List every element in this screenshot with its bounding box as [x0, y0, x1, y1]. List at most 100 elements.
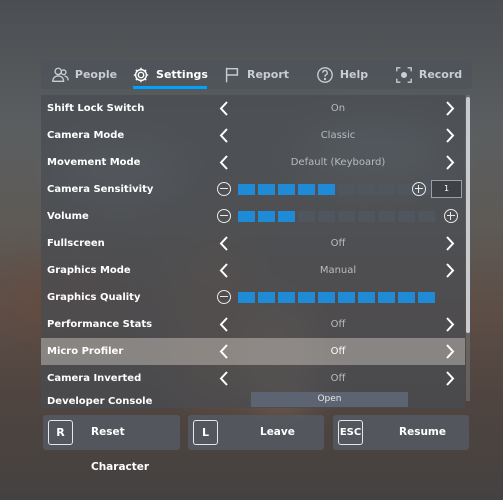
slider-segment[interactable] [278, 211, 295, 222]
graphics-quality-slider[interactable] [238, 292, 435, 303]
setting-label: Developer Console [47, 396, 153, 407]
leave-button[interactable]: L Leave [188, 415, 324, 450]
chevron-left-icon[interactable] [218, 262, 230, 279]
chevron-left-icon[interactable] [218, 370, 230, 387]
slider-segment[interactable] [378, 211, 395, 222]
scrollbar-thumb[interactable] [466, 97, 470, 333]
setting-row-fullscreen: Fullscreen Off [41, 230, 465, 257]
slider-segment[interactable] [258, 292, 275, 303]
slider-segment[interactable] [298, 292, 315, 303]
slider-segment[interactable] [318, 211, 335, 222]
slider-segment[interactable] [238, 292, 255, 303]
slider-segment[interactable] [298, 184, 315, 195]
resume-button[interactable]: ESC Resume [333, 415, 469, 450]
setting-row-micro-profiler[interactable]: Micro Profiler Off [41, 338, 465, 365]
setting-label: Graphics Mode [47, 265, 131, 276]
camera-sensitivity-slider[interactable] [238, 184, 435, 195]
plus-icon[interactable] [412, 182, 426, 196]
setting-value: Default (Keyboard) [290, 157, 386, 168]
slider-segment[interactable] [238, 184, 255, 195]
record-icon [395, 66, 412, 83]
setting-row-graphics-quality: Graphics Quality [41, 284, 465, 311]
slider-segment[interactable] [338, 211, 355, 222]
chevron-right-icon[interactable] [444, 370, 456, 387]
setting-row-movement-mode: Movement Mode Default (Keyboard) [41, 149, 465, 176]
slider-segment[interactable] [378, 184, 395, 195]
tab-record-label: Record [418, 68, 463, 81]
plus-icon[interactable] [444, 209, 458, 223]
chevron-right-icon[interactable] [444, 127, 456, 144]
menu-tab-bar: People Settings Report Help Record [41, 60, 472, 89]
setting-label: Fullscreen [47, 238, 105, 249]
setting-label: Camera Mode [47, 130, 125, 141]
slider-segment[interactable] [258, 184, 275, 195]
camera-sensitivity-input[interactable]: 1 [431, 180, 462, 198]
chevron-right-icon[interactable] [444, 235, 456, 252]
minus-icon[interactable] [217, 209, 231, 223]
action-bar: R Reset Character L Leave ESC Resume [0, 415, 503, 473]
open-console-button[interactable]: Open [251, 392, 408, 407]
setting-row-camera-mode: Camera Mode Classic [41, 122, 465, 149]
setting-row-graphics-mode: Graphics Mode Manual [41, 257, 465, 284]
setting-value: Off [330, 319, 346, 330]
setting-label: Shift Lock Switch [47, 103, 145, 114]
chevron-right-icon[interactable] [444, 343, 456, 360]
chevron-right-icon[interactable] [444, 100, 456, 117]
chevron-left-icon[interactable] [218, 154, 230, 171]
slider-segment[interactable] [378, 292, 395, 303]
slider-segment[interactable] [358, 292, 375, 303]
slider-segment[interactable] [418, 211, 435, 222]
minus-icon[interactable] [217, 182, 231, 196]
slider-segment[interactable] [278, 292, 295, 303]
tab-report[interactable]: Report [213, 60, 299, 89]
chevron-left-icon[interactable] [218, 127, 230, 144]
tab-help-label: Help [339, 68, 369, 81]
setting-value: Off [330, 373, 346, 384]
slider-segment[interactable] [358, 211, 375, 222]
slider-segment[interactable] [398, 211, 415, 222]
slider-segment[interactable] [318, 184, 335, 195]
tab-report-label: Report [246, 68, 290, 81]
flag-icon [225, 67, 239, 82]
setting-label: Movement Mode [47, 157, 141, 168]
tab-record[interactable]: Record [385, 60, 472, 89]
tab-help[interactable]: Help [299, 60, 385, 89]
setting-label: Performance Stats [47, 319, 153, 330]
setting-value: Manual [319, 265, 357, 276]
slider-segment[interactable] [358, 184, 375, 195]
setting-row-camera-sensitivity: Camera Sensitivity 1 [41, 176, 465, 203]
slider-segment[interactable] [398, 292, 415, 303]
slider-segment[interactable] [298, 211, 315, 222]
keycap-l: L [193, 420, 218, 445]
slider-segment[interactable] [338, 184, 355, 195]
slider-segment[interactable] [338, 292, 355, 303]
slider-segment[interactable] [418, 292, 435, 303]
chevron-right-icon[interactable] [444, 154, 456, 171]
chevron-left-icon[interactable] [218, 235, 230, 252]
chevron-left-icon[interactable] [218, 100, 230, 117]
people-icon [52, 67, 69, 82]
setting-row-developer-console: Developer Console Open [41, 392, 465, 408]
gear-icon [133, 67, 149, 82]
chevron-left-icon[interactable] [218, 343, 230, 360]
setting-label: Micro Profiler [47, 346, 124, 357]
volume-slider[interactable] [238, 211, 435, 222]
chevron-right-icon[interactable] [444, 316, 456, 333]
resume-label: Resume [399, 426, 446, 438]
tab-people[interactable]: People [41, 60, 127, 89]
slider-segment[interactable] [278, 184, 295, 195]
slider-segment[interactable] [238, 211, 255, 222]
minus-icon[interactable] [217, 290, 231, 304]
settings-list: Shift Lock Switch On Camera Mode Classic… [41, 95, 465, 408]
help-icon [316, 66, 333, 83]
tab-people-label: People [74, 68, 118, 81]
reset-character-button[interactable]: R Reset Character [43, 415, 180, 473]
tab-settings[interactable]: Settings [127, 60, 213, 89]
keycap-r: R [48, 420, 73, 445]
chevron-right-icon[interactable] [444, 262, 456, 279]
slider-segment[interactable] [258, 211, 275, 222]
slider-segment[interactable] [318, 292, 335, 303]
setting-row-performance-stats: Performance Stats Off [41, 311, 465, 338]
setting-value: Classic [320, 130, 356, 141]
chevron-left-icon[interactable] [218, 316, 230, 333]
